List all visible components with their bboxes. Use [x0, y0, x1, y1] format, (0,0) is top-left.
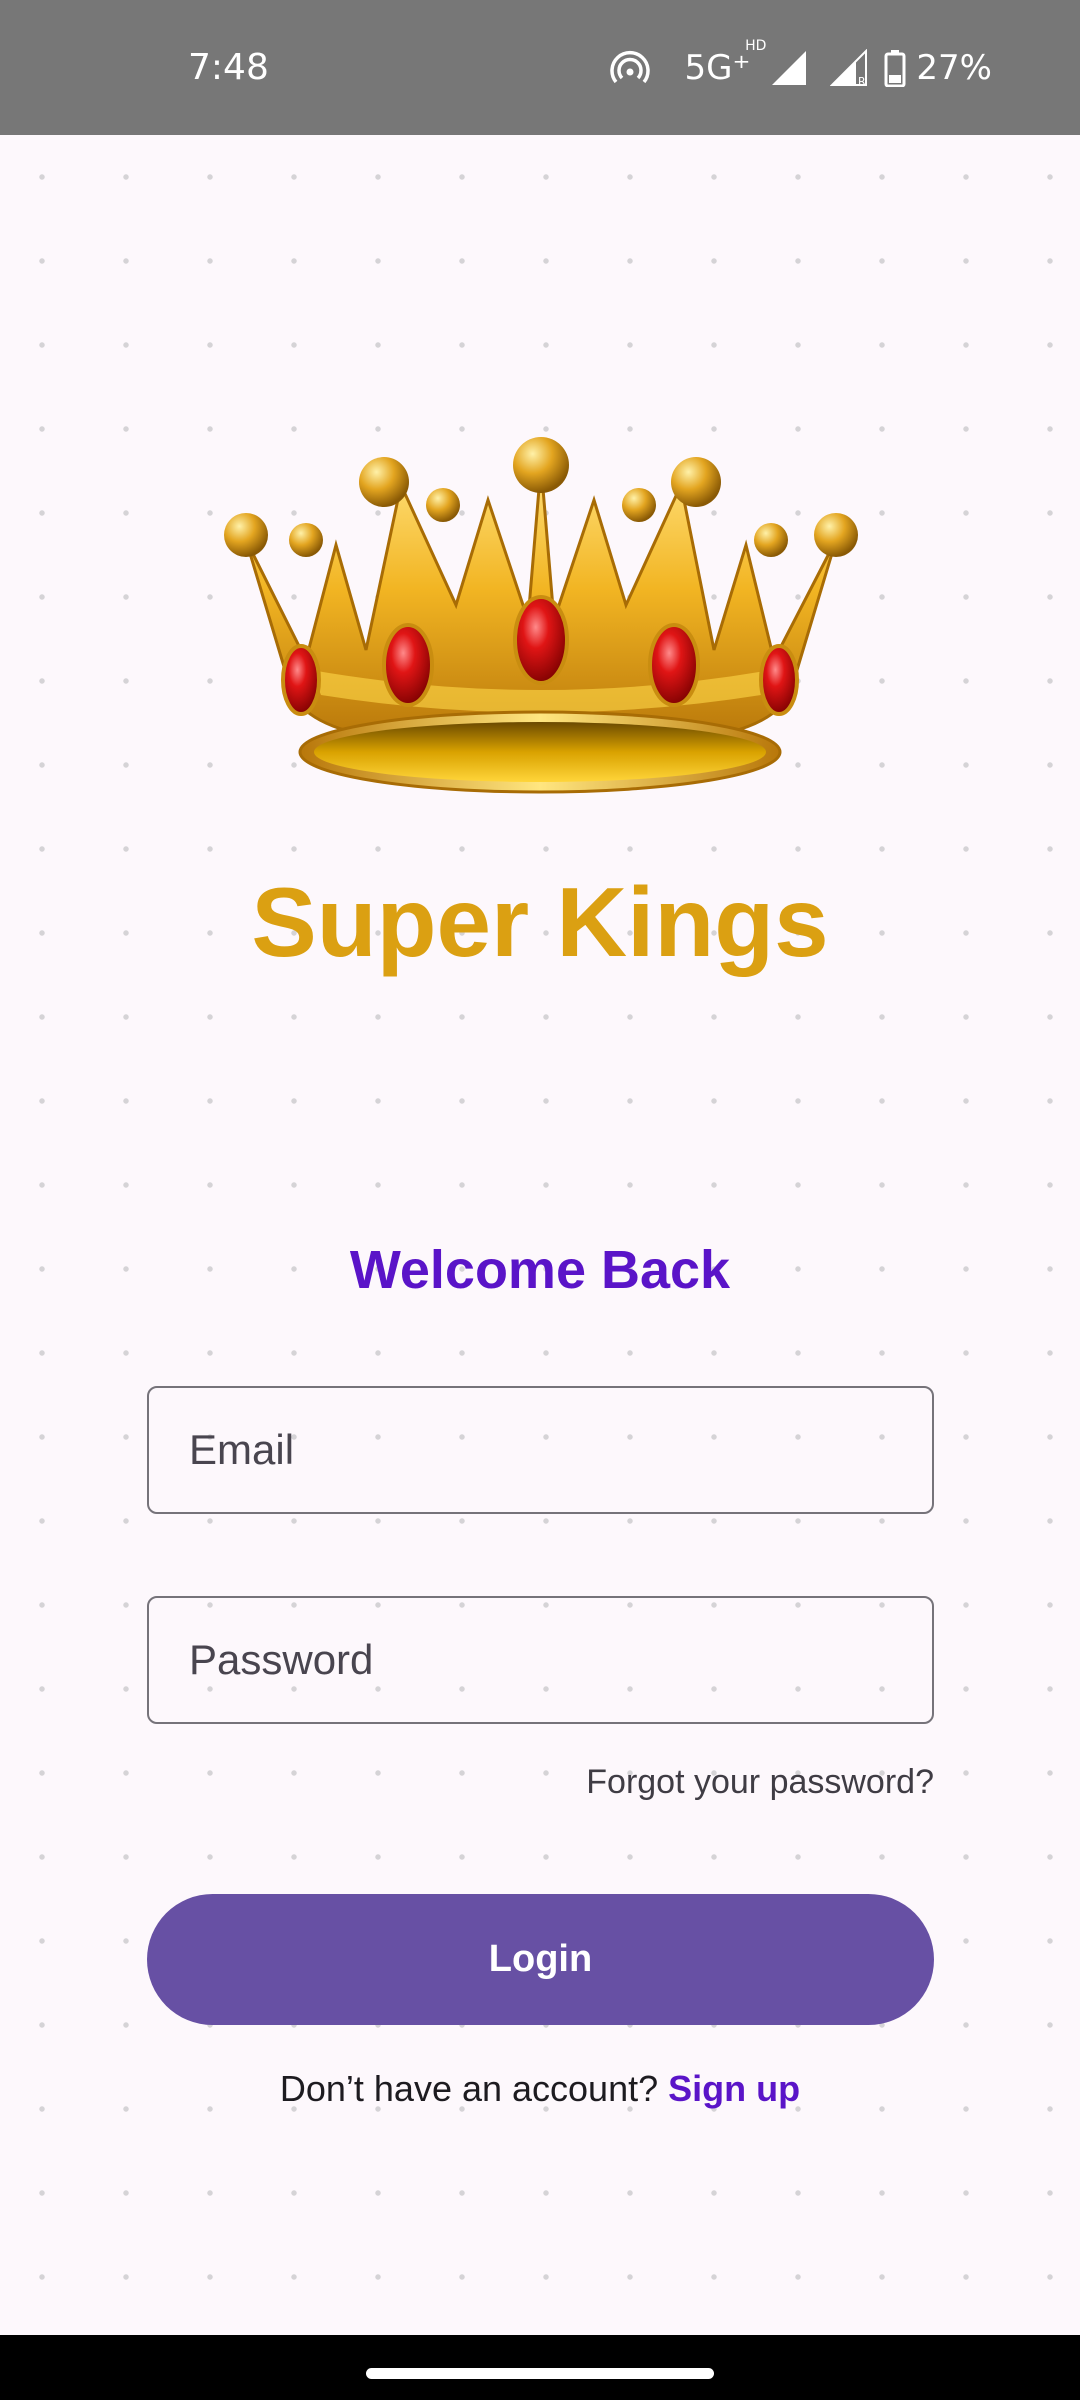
status-time: 7:48 [188, 47, 269, 88]
status-bar: 7:48 5G⁺ HD R 27% [0, 0, 1080, 135]
network-type: 5G⁺ HD [684, 38, 767, 88]
signup-prompt: Don’t have an account? [279, 2068, 659, 2109]
email-field-container [147, 1386, 934, 1514]
battery-percent: 27% [916, 48, 992, 88]
welcome-heading: Welcome Back [349, 1240, 731, 1300]
password-field[interactable] [149, 1598, 932, 1722]
signup-link[interactable]: Sign up [668, 2068, 800, 2109]
password-field-container [147, 1596, 934, 1724]
roaming-signal-icon: R [830, 49, 868, 87]
home-indicator[interactable] [366, 2368, 714, 2379]
login-button-label: Login [488, 1938, 593, 1980]
signal-icon [770, 49, 808, 87]
forgot-password-link[interactable]: Forgot your password? [586, 1760, 934, 1804]
login-button[interactable]: Login [147, 1894, 934, 2025]
status-icons: 5G⁺ HD R 27% [610, 38, 992, 92]
hotspot-icon [610, 48, 651, 88]
svg-text:R: R [858, 75, 866, 87]
email-field[interactable] [149, 1388, 932, 1512]
battery-icon [884, 49, 906, 87]
crown-icon [216, 430, 864, 810]
app-title: Super Kings [251, 867, 829, 977]
signup-row: Don’t have an account? Sign up [0, 2064, 1080, 2114]
